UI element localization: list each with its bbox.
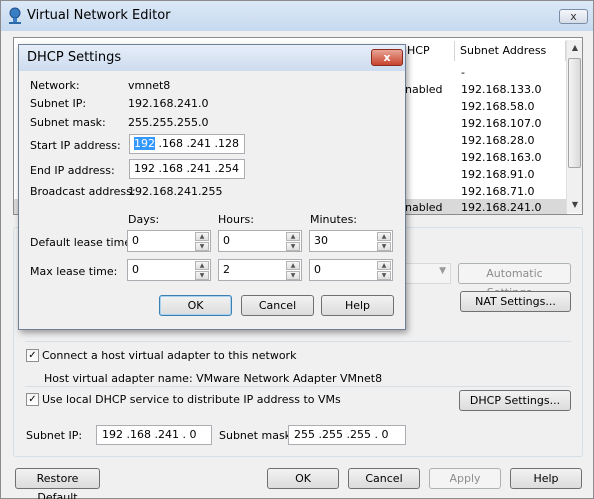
- dialog-title: DHCP Settings: [27, 50, 122, 65]
- network-app-icon: [9, 7, 21, 24]
- days-label: Days:: [128, 213, 160, 226]
- restore-default-button[interactable]: Restore Default: [15, 468, 100, 499]
- subnet-ip-value: 192.168.241.0: [128, 97, 209, 110]
- nat-settings-button[interactable]: NAT Settings...: [460, 291, 571, 312]
- spin-up-icon[interactable]: ▲: [286, 232, 300, 241]
- default-lease-label: Default lease time:: [30, 236, 135, 249]
- max-lease-days-spinner[interactable]: 0 ▲ ▼: [127, 259, 211, 281]
- end-ip-input[interactable]: 192 .168 .241 .254: [129, 159, 245, 179]
- use-local-dhcp-label[interactable]: Use local DHCP service to distribute IP …: [42, 393, 341, 406]
- table-cell-subnet: 192.168.28.0: [461, 134, 535, 147]
- column-header-dhcp[interactable]: HCP: [405, 41, 455, 61]
- spinner-value: 0: [314, 263, 321, 276]
- connect-host-adapter-checkbox[interactable]: ✓: [26, 349, 39, 362]
- network-value: vmnet8: [128, 79, 171, 92]
- dialog-ok-button[interactable]: OK: [159, 295, 232, 316]
- title-bar: Virtual Network Editor x: [1, 1, 593, 31]
- dialog-help-button[interactable]: Help: [321, 295, 394, 316]
- scrollbar-thumb[interactable]: [568, 58, 581, 168]
- apply-button[interactable]: Apply: [429, 468, 501, 489]
- table-cell-subnet: 192.168.133.0: [461, 83, 542, 96]
- table-cell-subnet: 192.168.91.0: [461, 168, 535, 181]
- dhcp-settings-button[interactable]: DHCP Settings...: [459, 390, 571, 411]
- table-cell-dhcp: nabled: [405, 83, 443, 96]
- subnet-mask-input[interactable]: 255 .255 .255 . 0: [288, 425, 406, 445]
- end-ip-label: End IP address:: [30, 164, 115, 177]
- default-lease-days-spinner[interactable]: 0 ▲ ▼: [127, 230, 211, 252]
- max-lease-hours-spinner[interactable]: 2 ▲ ▼: [218, 259, 302, 281]
- dhcp-settings-dialog: DHCP Settings x Network: vmnet8 Subnet I…: [18, 44, 406, 330]
- subnet-mask-label: Subnet mask:: [219, 429, 295, 442]
- max-lease-minutes-spinner[interactable]: 0 ▲ ▼: [309, 259, 393, 281]
- table-cell-subnet: 192.168.107.0: [461, 117, 542, 130]
- cancel-button[interactable]: Cancel: [348, 468, 420, 489]
- spinner-value: 0: [223, 234, 230, 247]
- spin-up-icon[interactable]: ▲: [195, 232, 209, 241]
- table-cell-dhcp: nabled: [405, 201, 443, 214]
- window-close-button[interactable]: x: [559, 9, 588, 24]
- dialog-cancel-button[interactable]: Cancel: [241, 295, 314, 316]
- vertical-scrollbar[interactable]: ▲ ▼: [566, 40, 582, 213]
- spin-up-icon[interactable]: ▲: [377, 232, 391, 241]
- table-cell-subnet: 192.168.58.0: [461, 100, 535, 113]
- spin-down-icon[interactable]: ▼: [286, 242, 300, 251]
- subnet-ip-label: Subnet IP:: [26, 429, 83, 442]
- start-ip-rest: .168 .241 .128: [155, 137, 239, 150]
- spin-down-icon[interactable]: ▼: [377, 242, 391, 251]
- table-cell-subnet: -: [461, 66, 465, 79]
- table-cell-subnet: 192.168.163.0: [461, 151, 542, 164]
- minutes-label: Minutes:: [310, 213, 358, 226]
- ok-button[interactable]: OK: [267, 468, 339, 489]
- hours-label: Hours:: [218, 213, 254, 226]
- scroll-up-arrow-icon[interactable]: ▲: [567, 41, 583, 55]
- default-lease-hours-spinner[interactable]: 0 ▲ ▼: [218, 230, 302, 252]
- column-header-subnet-address[interactable]: Subnet Address: [456, 41, 566, 61]
- divider: [25, 341, 571, 342]
- network-label: Network:: [30, 79, 80, 92]
- dialog-title-bar: DHCP Settings x: [19, 45, 405, 71]
- chevron-down-icon: ▼: [439, 266, 446, 276]
- scroll-down-arrow-icon[interactable]: ▼: [567, 198, 583, 212]
- spin-down-icon[interactable]: ▼: [377, 271, 391, 280]
- connect-host-adapter-label[interactable]: Connect a host virtual adapter to this n…: [42, 349, 296, 362]
- spinner-value: 0: [132, 234, 139, 247]
- max-lease-label: Max lease time:: [30, 265, 118, 278]
- spin-down-icon[interactable]: ▼: [286, 271, 300, 280]
- start-ip-selected-octet: 192: [134, 137, 155, 150]
- spinner-value: 0: [132, 263, 139, 276]
- divider: [25, 386, 571, 387]
- spin-up-icon[interactable]: ▲: [195, 261, 209, 270]
- automatic-settings-button[interactable]: Automatic Settings...: [458, 263, 571, 299]
- subnet-mask-value: 255.255.255.0: [128, 116, 209, 129]
- start-ip-input[interactable]: 192 .168 .241 .128: [129, 134, 245, 154]
- help-button[interactable]: Help: [510, 468, 582, 489]
- spin-down-icon[interactable]: ▼: [195, 271, 209, 280]
- spin-up-icon[interactable]: ▲: [377, 261, 391, 270]
- table-cell-subnet: 192.168.241.0: [461, 201, 542, 214]
- spinner-value: 30: [314, 234, 328, 247]
- subnet-ip-input[interactable]: 192 .168 .241 . 0: [96, 425, 212, 445]
- use-local-dhcp-checkbox[interactable]: ✓: [26, 393, 39, 406]
- start-ip-label: Start IP address:: [30, 139, 121, 152]
- broadcast-address-value: 192.168.241.255: [128, 185, 223, 198]
- spin-up-icon[interactable]: ▲: [286, 261, 300, 270]
- bridge-adapter-combo[interactable]: ▼: [405, 263, 451, 284]
- default-lease-minutes-spinner[interactable]: 30 ▲ ▼: [309, 230, 393, 252]
- subnet-ip-label: Subnet IP:: [30, 97, 87, 110]
- table-cell-subnet: 192.168.71.0: [461, 185, 535, 198]
- spin-down-icon[interactable]: ▼: [195, 242, 209, 251]
- spinner-value: 2: [223, 263, 230, 276]
- subnet-mask-label: Subnet mask:: [30, 116, 106, 129]
- dialog-close-button[interactable]: x: [371, 49, 403, 66]
- host-adapter-name-label: Host virtual adapter name: VMware Networ…: [44, 372, 383, 385]
- broadcast-address-label: Broadcast address:: [30, 185, 136, 198]
- window-title: Virtual Network Editor: [27, 8, 171, 23]
